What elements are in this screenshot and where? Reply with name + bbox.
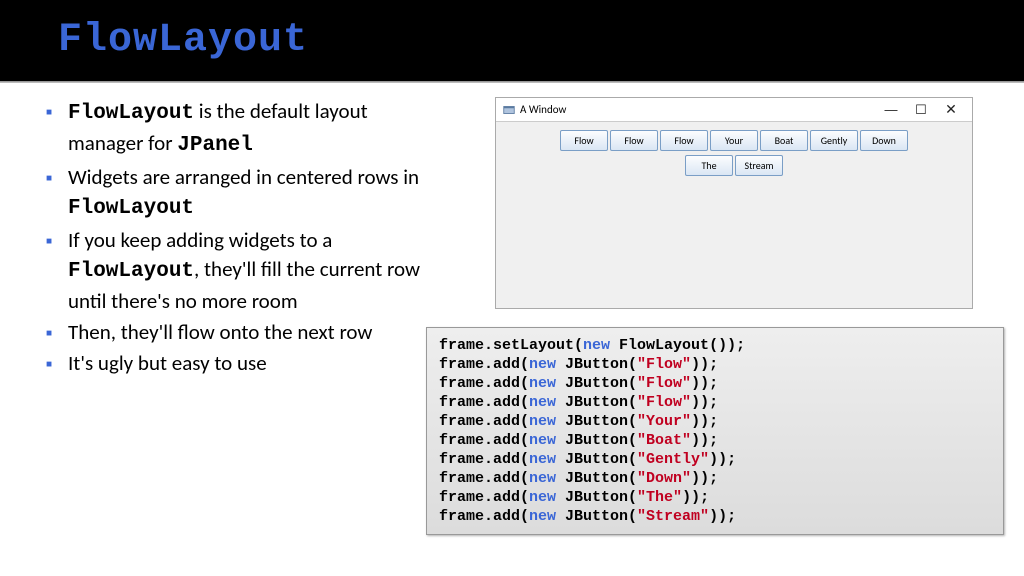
code-text: JButton( — [556, 470, 637, 487]
code-text: JButton( — [556, 356, 637, 373]
code-string: "Boat" — [637, 432, 691, 449]
code-text: )); — [691, 394, 718, 411]
your-button[interactable]: Your — [710, 130, 758, 151]
code-text: frame.setLayout( — [439, 337, 583, 354]
code-string: "Flow" — [637, 394, 691, 411]
code-keyword: new — [529, 489, 556, 506]
minimize-button[interactable]: — — [876, 102, 906, 117]
code-text: )); — [691, 432, 718, 449]
code-sample: frame.setLayout(new FlowLayout()); frame… — [426, 327, 1004, 535]
example-column: A Window — ☐ ✕ FlowFlowFlowYourBoatGentl… — [438, 97, 1004, 535]
flow-button[interactable]: Flow — [660, 130, 708, 151]
code-text: JButton( — [556, 489, 637, 506]
code-text: )); — [691, 470, 718, 487]
code-term: FlowLayout — [68, 197, 194, 220]
code-text: )); — [709, 508, 736, 525]
code-keyword: new — [529, 470, 556, 487]
bullet-column: FlowLayout is the default layout manager… — [40, 97, 438, 535]
code-keyword: new — [529, 451, 556, 468]
bullet-item: Widgets are arranged in centered rows in… — [40, 163, 428, 224]
code-text: frame.add( — [439, 356, 529, 373]
code-keyword: new — [529, 356, 556, 373]
window-title: A Window — [520, 103, 876, 116]
code-text: JButton( — [556, 375, 637, 392]
slide-title: FlowLayout — [58, 18, 1024, 63]
code-term: JPanel — [177, 134, 253, 157]
code-string: "Flow" — [637, 375, 691, 392]
code-text: )); — [691, 375, 718, 392]
code-text: frame.add( — [439, 394, 529, 411]
code-keyword: new — [529, 432, 556, 449]
code-string: "Stream" — [637, 508, 709, 525]
code-term: FlowLayout — [68, 260, 194, 283]
code-text: JButton( — [556, 432, 637, 449]
code-term: FlowLayout — [68, 102, 194, 125]
bullet-text: If you keep adding widgets to a — [68, 227, 332, 253]
bullet-text: Then, they'll flow onto the next row — [68, 319, 372, 345]
code-text: FlowLayout()); — [610, 337, 745, 354]
code-keyword: new — [529, 508, 556, 525]
code-string: "Your" — [637, 413, 691, 430]
bullet-list: FlowLayout is the default layout manager… — [40, 97, 428, 378]
code-string: "Down" — [637, 470, 691, 487]
code-keyword: new — [529, 413, 556, 430]
code-text: frame.add( — [439, 489, 529, 506]
code-text: frame.add( — [439, 451, 529, 468]
code-text: )); — [709, 451, 736, 468]
code-keyword: new — [583, 337, 610, 354]
flow-button[interactable]: Flow — [610, 130, 658, 151]
stream-button[interactable]: Stream — [735, 155, 783, 176]
bullet-item: FlowLayout is the default layout manager… — [40, 97, 428, 161]
the-button[interactable]: The — [685, 155, 733, 176]
code-text: )); — [682, 489, 709, 506]
code-string: "Gently" — [637, 451, 709, 468]
code-text: frame.add( — [439, 432, 529, 449]
bullet-item: Then, they'll flow onto the next row — [40, 318, 428, 347]
down-button[interactable]: Down — [860, 130, 908, 151]
code-text: JButton( — [556, 451, 637, 468]
code-keyword: new — [529, 394, 556, 411]
bullet-text: Widgets are arranged in centered rows in — [68, 164, 419, 190]
bullet-item: If you keep adding widgets to a FlowLayo… — [40, 226, 428, 316]
maximize-button[interactable]: ☐ — [906, 102, 936, 118]
code-text: JButton( — [556, 508, 637, 525]
boat-button[interactable]: Boat — [760, 130, 808, 151]
code-text: frame.add( — [439, 413, 529, 430]
code-string: "The" — [637, 489, 682, 506]
example-window: A Window — ☐ ✕ FlowFlowFlowYourBoatGentl… — [495, 97, 973, 309]
code-text: JButton( — [556, 394, 637, 411]
flowlayout-panel: FlowFlowFlowYourBoatGentlyDown TheStream — [496, 122, 972, 308]
java-app-icon — [502, 103, 516, 117]
code-text: frame.add( — [439, 508, 529, 525]
bullet-text: It's ugly but easy to use — [68, 350, 267, 376]
close-button[interactable]: ✕ — [936, 101, 966, 118]
code-string: "Flow" — [637, 356, 691, 373]
code-keyword: new — [529, 375, 556, 392]
slide-content: FlowLayout is the default layout manager… — [0, 83, 1024, 535]
code-text: frame.add( — [439, 470, 529, 487]
window-titlebar: A Window — ☐ ✕ — [496, 98, 972, 122]
gently-button[interactable]: Gently — [810, 130, 858, 151]
code-text: )); — [691, 413, 718, 430]
code-text: frame.add( — [439, 375, 529, 392]
slide-header: FlowLayout — [0, 0, 1024, 81]
flow-button[interactable]: Flow — [560, 130, 608, 151]
code-text: )); — [691, 356, 718, 373]
bullet-item: It's ugly but easy to use — [40, 349, 428, 378]
code-text: JButton( — [556, 413, 637, 430]
